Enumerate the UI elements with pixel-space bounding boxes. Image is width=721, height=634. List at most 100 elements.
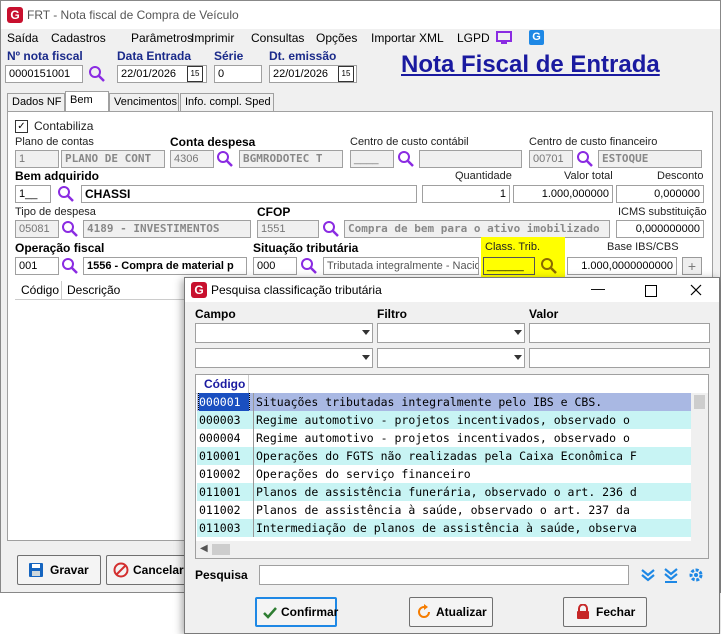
table-row[interactable]: 000004 Regime automotivo - projetos ince… [197, 429, 691, 447]
search-icon[interactable] [397, 150, 415, 168]
tab-info-compl-sped[interactable]: Info. compl. Sped [180, 93, 274, 111]
menu-opcoes[interactable]: Opções [316, 31, 357, 45]
table-row[interactable]: 000003 Regime automotivo - projetos ince… [197, 411, 691, 429]
grid-col-descricao[interactable]: Descrição [67, 283, 120, 297]
serie-field[interactable]: 0 [214, 65, 262, 83]
g-app-icon[interactable]: G [529, 30, 544, 45]
valor-input-1[interactable] [529, 323, 710, 343]
gravar-button[interactable]: Gravar [17, 555, 101, 585]
operacao-fiscal-code-field[interactable]: 001 [15, 257, 59, 275]
page-title: Nota Fiscal de Entrada [401, 51, 660, 78]
table-row[interactable]: 011003 Intermediação de planos de assist… [197, 519, 691, 537]
scroll-left-icon[interactable]: ◀ [200, 543, 208, 554]
refresh-icon [418, 604, 430, 618]
scroll-thumb[interactable] [212, 544, 230, 555]
search-icon[interactable] [61, 220, 79, 238]
row-code: 000001 [198, 393, 250, 411]
fechar-button[interactable]: Fechar [563, 597, 647, 627]
pesquisa-input[interactable] [259, 565, 629, 585]
grid-col-codigo[interactable]: Código [21, 283, 59, 297]
menu-saida[interactable]: Saída [7, 31, 38, 45]
menu-cadastros[interactable]: Cadastros [51, 31, 106, 45]
class-trib-field[interactable]: ______ [483, 257, 535, 275]
cc-contabil-label: Centro de custo contábil [350, 136, 469, 148]
situacao-tributaria-label: Situação tributária [253, 241, 359, 255]
quantidade-field[interactable]: 1 [422, 185, 510, 203]
bem-code-field[interactable]: 1__ [15, 185, 51, 203]
atualizar-label: Atualizar [436, 605, 487, 619]
table-row[interactable]: 010002 Operações do serviço financeiro [197, 465, 691, 483]
cc-financeiro-label: Centro de custo financeiro [529, 136, 658, 148]
tipo-despesa-code-field[interactable]: 05081 [15, 220, 59, 238]
vertical-scrollbar[interactable] [691, 393, 708, 541]
window-title: FRT - Nota fiscal de Compra de Veículo [27, 8, 239, 22]
monitor-icon[interactable] [496, 31, 512, 45]
tab-vencimentos[interactable]: Vencimentos [109, 93, 179, 111]
tab-dados-nf[interactable]: Dados NF [7, 93, 65, 111]
menu-imprimir[interactable]: Imprimir [191, 31, 234, 45]
valor-label: Valor [529, 307, 559, 321]
contabiliza-checkbox[interactable]: ✓ [15, 120, 28, 133]
cc-contabil-code-field[interactable]: ____ [350, 150, 394, 168]
cc-financeiro-code-field[interactable]: 00701 [529, 150, 573, 168]
menu-bar: Saída Cadastros Parâmetros Imprimir Cons… [1, 29, 720, 47]
situacao-tributaria-name-field: Tributada integralmente - Nacior [323, 257, 479, 275]
contabiliza-label: Contabiliza [34, 119, 94, 133]
app-logo-icon: G [191, 282, 207, 298]
gear-icon[interactable] [688, 567, 704, 583]
row-code: 010001 [199, 449, 241, 463]
tab-bem[interactable]: Bem [65, 91, 109, 111]
results-col-codigo[interactable]: Código [204, 377, 245, 391]
cfop-code-field[interactable]: 1551 [257, 220, 319, 238]
scroll-thumb[interactable] [694, 395, 705, 409]
search-icon[interactable] [88, 65, 106, 83]
search-icon[interactable] [57, 185, 75, 203]
quantidade-label: Quantidade [455, 170, 512, 182]
nf-number-field[interactable]: 0000151001 [5, 65, 83, 83]
minimize-icon[interactable]: — [591, 280, 605, 296]
row-code: 010002 [199, 467, 241, 481]
valor-total-field[interactable]: 1.000,000000 [513, 185, 613, 203]
cancelar-button[interactable]: Cancelar [106, 555, 190, 585]
conta-code-field[interactable]: 4306 [170, 150, 214, 168]
table-row[interactable]: 000001 Situações tributadas integralment… [197, 393, 691, 411]
horizontal-scrollbar[interactable]: ◀ [196, 541, 708, 558]
desconto-field[interactable]: 0,000000 [616, 185, 704, 203]
tipo-despesa-name-field: 4189 - INVESTIMENTOS [83, 220, 251, 238]
plano-code-field[interactable]: 1 [15, 150, 59, 168]
valor-input-2[interactable] [529, 348, 710, 368]
search-icon[interactable] [540, 257, 558, 275]
row-desc: Situações tributadas integralmente pelo … [253, 393, 602, 411]
calendar-icon[interactable]: 15 [187, 66, 203, 82]
menu-lgpd[interactable]: LGPD [457, 31, 490, 45]
search-icon[interactable] [300, 257, 318, 275]
bem-label: Bem adquirido [15, 169, 100, 183]
conta-label: Conta despesa [170, 135, 256, 149]
double-chevron-down-icon[interactable] [640, 567, 656, 583]
search-icon[interactable] [576, 150, 594, 168]
icms-field[interactable]: 0,000000000 [616, 220, 704, 238]
menu-importar-xml[interactable]: Importar XML [371, 31, 444, 45]
search-icon[interactable] [216, 150, 234, 168]
menu-parametros[interactable]: Parâmetros [131, 31, 193, 45]
base-ibs-cbs-field[interactable]: 1.000,0000000000 [567, 257, 677, 275]
search-icon[interactable] [322, 220, 340, 238]
atualizar-button[interactable]: Atualizar [409, 597, 493, 627]
table-row[interactable]: 011001 Planos de assistência funerária, … [197, 483, 691, 501]
add-button[interactable]: + [682, 257, 702, 275]
filtro-select-2[interactable] [377, 348, 525, 368]
situacao-tributaria-code-field[interactable]: 000 [253, 257, 297, 275]
table-row[interactable]: 011002 Planos de assistência à saúde, ob… [197, 501, 691, 519]
campo-select-2[interactable] [195, 348, 373, 368]
cancel-icon [113, 562, 129, 578]
confirmar-button[interactable]: Confirmar [255, 597, 338, 627]
table-row[interactable]: 010001 Operações do FGTS não realizadas … [197, 447, 691, 465]
calendar-icon[interactable]: 15 [338, 66, 354, 82]
search-icon[interactable] [61, 257, 79, 275]
filtro-select-1[interactable] [377, 323, 525, 343]
close-icon[interactable] [690, 284, 702, 296]
campo-select-1[interactable] [195, 323, 373, 343]
menu-consultas[interactable]: Consultas [251, 31, 304, 45]
maximize-icon[interactable] [645, 285, 657, 297]
chevron-down-bar-icon[interactable] [663, 567, 679, 583]
